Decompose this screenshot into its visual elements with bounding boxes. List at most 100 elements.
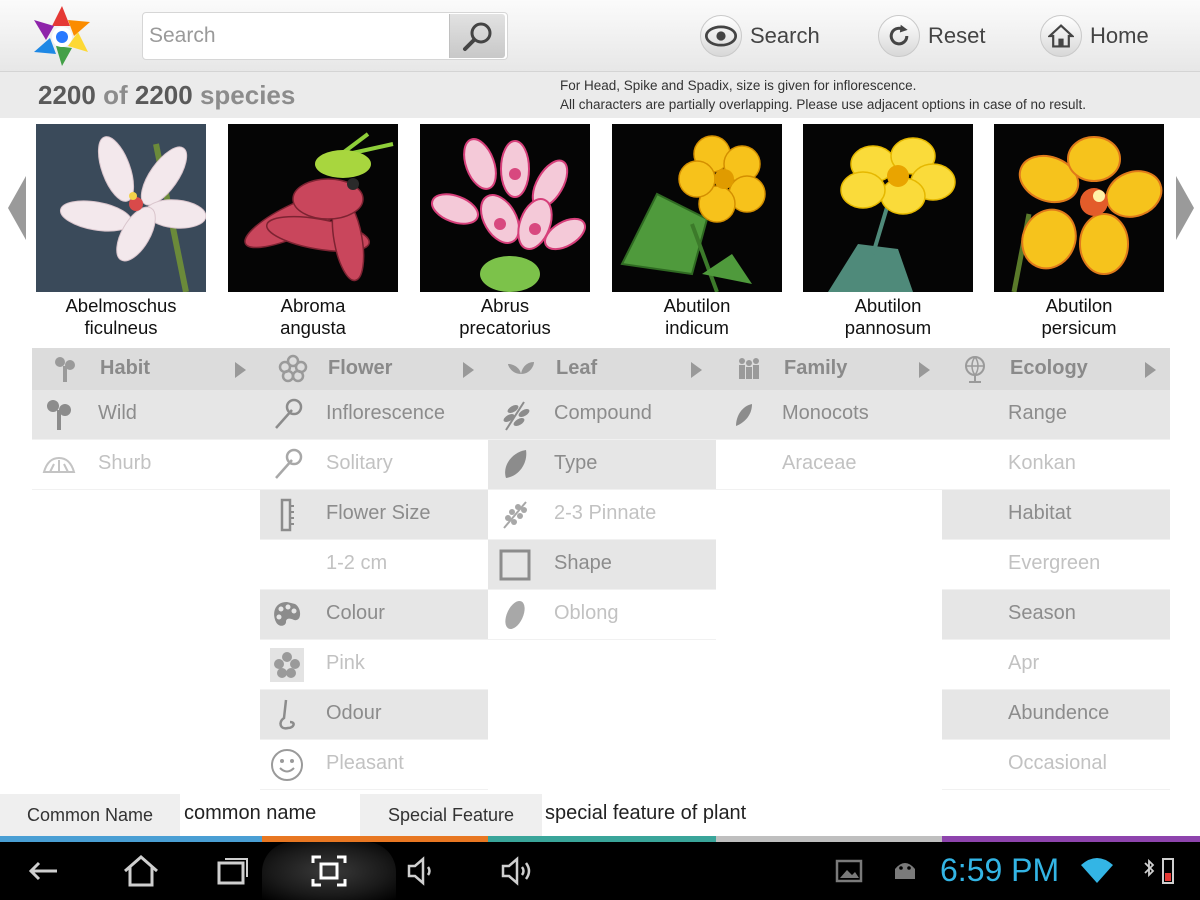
note-line-2: All characters are partially overlapping… [560,97,1087,112]
filter-header-leaf[interactable]: Leaf [488,348,716,390]
filter-option-occasional[interactable]: Occasional [942,740,1170,790]
filter-option-label: Colour [326,602,385,624]
filter-option-evergreen[interactable]: Evergreen [942,540,1170,590]
species-card[interactable]: Abutilon persicum [994,124,1164,339]
special-feature-label: Special Feature [360,794,542,836]
filter-option-flower-size[interactable]: Flower Size [260,490,488,540]
species-thumbnail [612,124,782,292]
search-field[interactable] [142,12,508,60]
recent-apps-icon[interactable] [210,852,256,890]
expand-triangle-icon [1145,362,1156,378]
search-input[interactable] [149,21,445,51]
home-button[interactable]: Home [1040,14,1149,58]
search-go-button[interactable] [449,14,505,58]
size-note: For Head, Spike and Spadix, size is give… [560,76,1086,114]
filter-option-solitary[interactable]: Solitary [260,440,488,490]
filter-option-label: Evergreen [1008,552,1101,574]
species-card[interactable]: Abrus precatorius [420,124,590,339]
filter-option-season[interactable]: Season [942,590,1170,640]
home-nav-icon[interactable] [118,852,164,890]
reset-button-label: Reset [928,23,986,48]
shrub-icon [42,448,76,482]
leaf-icon [498,448,532,482]
filter-column-family: Family Monocots Araceae [716,348,944,490]
filter-option-odour[interactable]: Odour [260,690,488,740]
filter-option-araceae[interactable]: Araceae [716,440,944,490]
filter-column-leaf: Leaf Compound Type 2-3 Pinnate Shape Obl… [488,348,716,640]
filter-option-oblong[interactable]: Oblong [488,590,716,640]
filter-option-type[interactable]: Type [488,440,716,490]
top-toolbar: Search Reset Home [0,0,1200,72]
filter-option-habitat[interactable]: Habitat [942,490,1170,540]
filter-option-size-value[interactable]: 1-2 cm [260,540,488,590]
filter-option-label: Range [1008,402,1067,424]
epithet: pannosum [844,317,932,338]
volume-down-icon[interactable] [400,852,446,890]
filter-option-apr[interactable]: Apr [942,640,1170,690]
filter-option-label: Solitary [326,452,393,474]
filter-option-shape[interactable]: Shape [488,540,716,590]
app-logo-icon[interactable] [28,4,96,68]
species-card[interactable]: Abutilon pannosum [803,124,973,339]
count-total: 2200 [134,80,193,110]
screenshot-icon[interactable] [306,852,352,890]
species-card[interactable]: Abutilon indicum [612,124,782,339]
inflorescence-icon [270,398,304,432]
carousel-next-arrow[interactable] [1176,176,1194,240]
filter-header-label: Family [784,357,848,379]
android-debug-icon[interactable] [882,852,928,890]
filter-option-inflorescence[interactable]: Inflorescence [260,390,488,440]
species-card[interactable]: Abroma angusta [228,124,398,339]
filter-option-label: Oblong [554,602,619,624]
filter-option-label: Shurb [98,452,152,474]
filter-column-ecology: Ecology Range Konkan Habitat Evergreen S… [942,348,1170,790]
reset-button[interactable]: Reset [878,14,985,58]
filter-option-label: Odour [326,702,382,724]
carousel-prev-arrow[interactable] [8,176,26,240]
solitary-flower-icon [270,448,304,482]
filter-option-monocots[interactable]: Monocots [716,390,944,440]
gallery-notification-icon[interactable] [826,852,872,890]
filter-header-label: Flower [328,357,393,379]
leaf-pair-icon [506,354,536,384]
home-icon [1040,15,1082,57]
filter-option-label: Flower Size [326,502,431,524]
filter-option-label: Konkan [1008,452,1076,474]
status-clock: 6:59 PM [940,852,1060,888]
species-card[interactable]: Abelmoschus ficulneus [36,124,206,339]
filter-header-ecology[interactable]: Ecology [942,348,1170,390]
filter-header-family[interactable]: Family [716,348,944,390]
search-button-label: Search [750,23,820,48]
bluetooth-battery-icon [1136,852,1182,890]
filter-option-label: Araceae [782,452,857,474]
search-button[interactable]: Search [700,14,820,58]
filter-option-abundence[interactable]: Abundence [942,690,1170,740]
genus: Abroma [280,295,346,316]
volume-up-icon[interactable] [494,852,540,890]
filter-header-flower[interactable]: Flower [260,348,488,390]
ecology-globe-icon [960,354,990,384]
ruler-icon [270,498,304,532]
filter-option-colour-value[interactable]: Pink [260,640,488,690]
filter-option-label: Shape [554,552,612,574]
filter-option-label: Wild [98,402,137,424]
back-icon[interactable] [20,852,66,890]
filter-option-range[interactable]: Range [942,390,1170,440]
colour-swatch-icon [270,648,304,682]
common-name-label: Common Name [0,794,180,836]
filter-option-colour[interactable]: Colour [260,590,488,640]
result-summary-bar: 2200 of 2200 species For Head, Spike and… [0,72,1200,118]
species-thumbnail [228,124,398,292]
filter-option-pinnate[interactable]: 2-3 Pinnate [488,490,716,540]
genus: Abutilon [1045,295,1113,316]
filter-option-wild[interactable]: Wild [32,390,260,440]
filter-option-konkan[interactable]: Konkan [942,440,1170,490]
expand-triangle-icon [463,362,474,378]
tree-icon [42,398,76,432]
reset-icon [878,15,920,57]
filter-option-compound[interactable]: Compound [488,390,716,440]
filter-option-shurb[interactable]: Shurb [32,440,260,490]
filter-option-odour-value[interactable]: Pleasant [260,740,488,790]
filter-header-habit[interactable]: Habit [32,348,260,390]
epithet: ficulneus [84,317,158,338]
